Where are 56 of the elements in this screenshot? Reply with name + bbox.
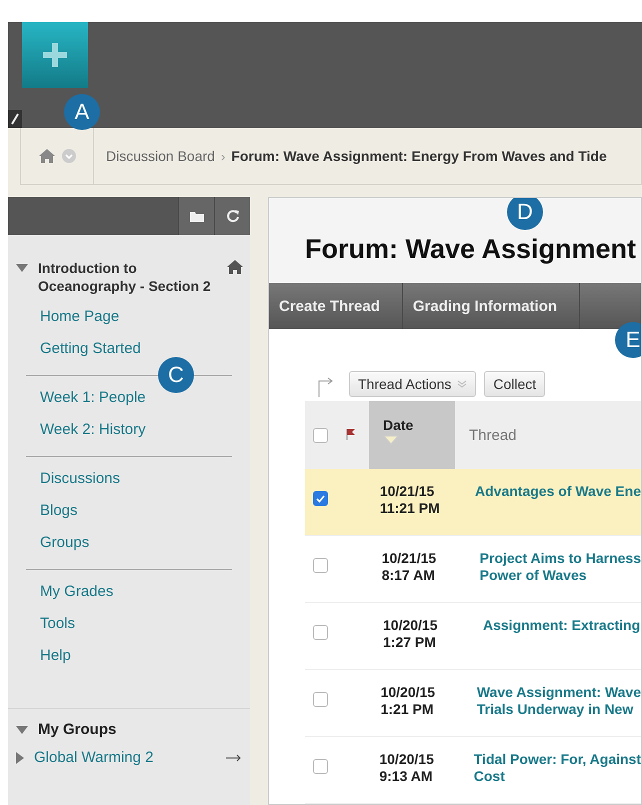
- action-bar-button[interactable]: Create Thread: [269, 283, 403, 329]
- sort-descending-icon: [383, 435, 399, 445]
- course-menu-link[interactable]: Tools: [40, 608, 232, 640]
- callout-marker: D: [507, 198, 543, 230]
- action-bar-button[interactable]: Grading Information: [402, 283, 580, 329]
- select-all-checkbox[interactable]: [313, 428, 328, 442]
- thread-link[interactable]: Project Aims to Harness Power of Waves: [466, 550, 641, 584]
- folder-view-button[interactable]: [178, 197, 214, 235]
- date-column-header[interactable]: Date: [369, 401, 455, 469]
- flag-icon: [346, 428, 356, 440]
- arrow-right-icon[interactable]: [226, 754, 242, 762]
- course-menu-link[interactable]: Blogs: [40, 495, 232, 527]
- callout-marker: E: [615, 322, 641, 358]
- callout-marker: A: [64, 94, 100, 130]
- expand-triangle-icon[interactable]: [16, 264, 28, 272]
- date-cell-text: 10/20/15 9:13 AM: [378, 751, 435, 785]
- course-menu-link[interactable]: Groups: [40, 527, 232, 559]
- thread-link[interactable]: Assignment: Extracting: [469, 617, 640, 634]
- double-chevron-icon: [457, 379, 468, 389]
- row-checkbox[interactable]: [313, 558, 328, 573]
- page-title: Forum: Wave Assignment: [305, 234, 636, 266]
- plus-icon: [40, 40, 70, 70]
- thread-link[interactable]: Wave Assignment: Wave Trials Underway in New: [462, 684, 641, 718]
- add-bookmark-button[interactable]: [22, 22, 88, 88]
- thread-column-header[interactable]: Thread: [455, 426, 517, 444]
- home-icon[interactable]: [226, 259, 244, 275]
- date-cell-text: 10/21/15 11:21 PM: [378, 483, 441, 517]
- expand-triangle-icon[interactable]: [16, 752, 24, 764]
- callout-marker: C: [158, 357, 194, 393]
- checkmark-icon: [316, 494, 325, 502]
- expand-triangle-icon[interactable]: [16, 726, 28, 734]
- group-link[interactable]: Global Warming 2: [34, 748, 154, 768]
- course-menu-link[interactable]: Week 2: History: [40, 414, 232, 446]
- collect-button[interactable]: Collect: [484, 371, 546, 397]
- row-checkbox[interactable]: [313, 759, 328, 774]
- row-checkbox[interactable]: [313, 491, 328, 506]
- folder-icon: [188, 209, 204, 223]
- row-checkbox[interactable]: [313, 625, 328, 640]
- home-icon[interactable]: [38, 148, 56, 164]
- course-menu-link[interactable]: My Grades: [40, 576, 232, 608]
- date-cell-text: 10/20/15 1:21 PM: [380, 684, 436, 718]
- row-checkbox[interactable]: [313, 692, 328, 707]
- date-cell-text: 10/20/15 1:27 PM: [382, 617, 438, 651]
- course-title: Introduction to Oceanography - Section 2: [38, 259, 212, 295]
- breadcrumb-separator: ›: [220, 148, 226, 164]
- course-menu-link[interactable]: Help: [40, 640, 232, 672]
- course-menu-link[interactable]: Discussions: [40, 463, 232, 495]
- course-menu-link[interactable]: Home Page: [40, 301, 232, 333]
- refresh-icon: [226, 209, 240, 223]
- thread-actions-menu[interactable]: Thread Actions: [349, 371, 476, 397]
- my-groups-heading: My Groups: [38, 721, 116, 738]
- date-cell-text: 10/21/15 8:17 AM: [380, 550, 438, 584]
- thread-link[interactable]: Tidal Power: For, Against Cost: [460, 751, 641, 785]
- thread-link[interactable]: Advantages of Wave Ene: [461, 483, 641, 500]
- refresh-button[interactable]: [214, 197, 250, 235]
- breadcrumb-link[interactable]: Discussion Board: [106, 148, 215, 164]
